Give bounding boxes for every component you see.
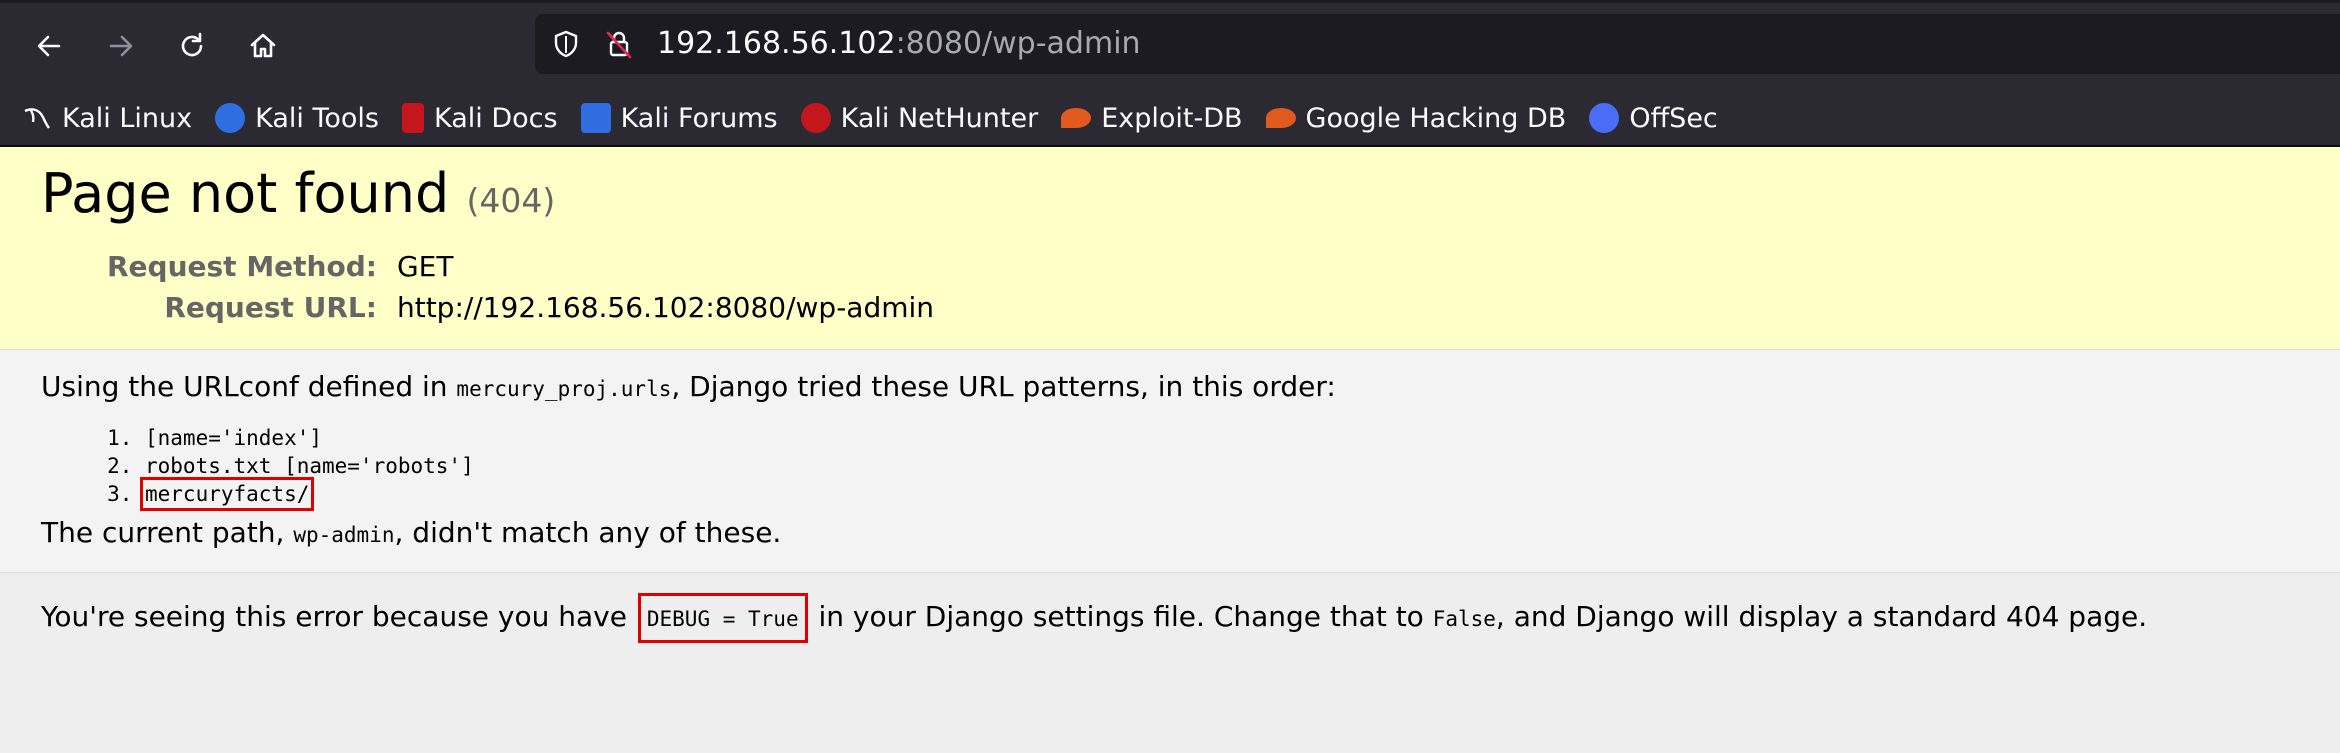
list-item: robots.txt [name='robots'] (145, 452, 2299, 480)
error-summary: Page not found (404) Request Method: GET… (0, 147, 2340, 350)
bookmark-offsec[interactable]: OffSec (1589, 102, 1718, 134)
request-method-label: Request Method: (107, 250, 377, 283)
urlconf-name: mercury_proj.urls (456, 377, 672, 401)
current-path-pre: The current path, (41, 516, 294, 549)
debug-setting: DEBUG = True (646, 607, 799, 631)
request-method-value: GET (396, 250, 454, 283)
urlconf-post: , Django tried these URL patterns, in th… (671, 370, 1336, 403)
url-pattern-list: [name='index'] robots.txt [name='robots'… (41, 424, 2299, 511)
false-value: False (1432, 607, 1496, 631)
exploit-db-icon (1061, 108, 1092, 128)
pattern-text: [name='index'] (145, 426, 323, 450)
page-title-text: Page not found (41, 162, 450, 225)
bookmark-exploit-db[interactable]: Exploit-DB (1061, 102, 1243, 134)
bookmark-label: Google Hacking DB (1305, 102, 1567, 134)
forward-button[interactable] (99, 24, 143, 68)
url-bar[interactable]: 192.168.56.102:8080/wp-admin (535, 14, 2340, 74)
browser-toolbar: 192.168.56.102:8080/wp-admin (0, 0, 2340, 91)
url-text[interactable]: 192.168.56.102:8080/wp-admin (657, 26, 1141, 62)
bookmark-label: Kali Linux (62, 102, 193, 134)
explain-post: , and Django will display a standard 404… (1495, 600, 2148, 633)
current-path: wp-admin (293, 523, 395, 547)
kali-docs-icon (401, 103, 424, 133)
bookmark-label: Kali Tools (255, 102, 379, 134)
list-item: mercuryfacts/ (139, 477, 2299, 511)
kali-nethunter-icon (800, 103, 831, 133)
bookmark-label: Exploit-DB (1101, 102, 1243, 134)
bookmark-kali-linux[interactable]: Kali Linux (22, 103, 192, 134)
bookmark-kali-docs[interactable]: Kali Docs (401, 102, 558, 134)
pattern-text-highlighted: mercuryfacts/ (139, 477, 315, 511)
explain-pre: You're seeing this error because you hav… (41, 600, 636, 633)
insecure-lock-icon[interactable] (603, 28, 635, 60)
bookmark-google-hacking-db[interactable]: Google Hacking DB (1265, 102, 1567, 134)
urlconf-pre: Using the URLconf defined in (41, 370, 457, 403)
bookmark-label: OffSec (1629, 102, 1718, 134)
page-title: Page not found (404) (41, 161, 2299, 234)
explain-mid: in your Django settings file. Change tha… (809, 600, 1433, 633)
debug-explanation: You're seeing this error because you hav… (0, 573, 2340, 663)
request-meta-table: Request Method: GET Request URL: http://… (107, 246, 934, 328)
urlconf-text: Using the URLconf defined in mercury_pro… (41, 370, 2299, 406)
kali-forums-icon (580, 103, 611, 133)
reload-icon (181, 32, 203, 57)
offsec-icon (1589, 103, 1620, 133)
home-button[interactable] (241, 24, 285, 68)
reload-button[interactable] (170, 24, 214, 68)
request-method-row: Request Method: GET (107, 246, 934, 287)
url-path: :8080/wp-admin (895, 26, 1141, 61)
status-code: (404) (466, 181, 556, 220)
google-hacking-db-icon (1265, 108, 1296, 128)
back-button[interactable] (27, 24, 71, 68)
url-patterns-info: Using the URLconf defined in mercury_pro… (0, 350, 2340, 573)
bookmark-kali-tools[interactable]: Kali Tools (215, 103, 379, 134)
debug-highlight-box: DEBUG = True (637, 593, 808, 643)
current-path-post: , didn't match any of these. (394, 516, 782, 549)
current-path-text: The current path, wp-admin, didn't match… (41, 516, 2299, 552)
explanation-text: You're seeing this error because you hav… (41, 593, 2299, 643)
bookmark-label: Kali Docs (433, 102, 558, 134)
request-url-value: http://192.168.56.102:8080/wp-admin (396, 291, 935, 324)
forward-arrow-icon (109, 35, 133, 57)
url-host: 192.168.56.102 (657, 26, 896, 61)
back-arrow-icon (37, 35, 61, 57)
list-item: [name='index'] (145, 424, 2299, 452)
bookmark-kali-forums[interactable]: Kali Forums (580, 102, 778, 134)
bookmark-label: Kali NetHunter (840, 102, 1039, 134)
bookmark-label: Kali Forums (620, 102, 778, 134)
home-icon (250, 33, 276, 58)
request-url-label: Request URL: (164, 291, 377, 324)
shield-icon[interactable] (550, 28, 582, 60)
kali-dragon-icon (24, 108, 50, 129)
request-url-row: Request URL: http://192.168.56.102:8080/… (107, 287, 934, 328)
kali-tools-icon (215, 103, 246, 133)
bookmark-kali-nethunter[interactable]: Kali NetHunter (800, 102, 1039, 134)
pattern-text: robots.txt [name='robots'] (145, 454, 474, 478)
bookmarks-bar: Kali Linux Kali Tools Kali Docs Kali For… (0, 91, 2340, 147)
